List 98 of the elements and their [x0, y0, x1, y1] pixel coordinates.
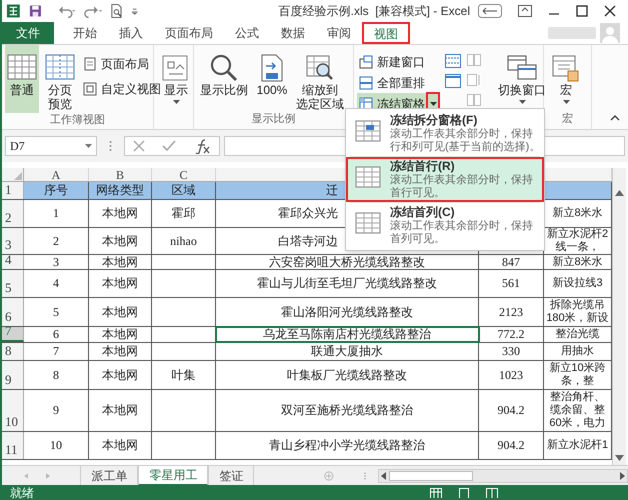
table-cell: 2123 [499, 306, 523, 318]
row-header[interactable]: 3 [2, 228, 24, 254]
table-cell: 本地网 [102, 277, 138, 290]
header-cell: 网络类型 [96, 184, 144, 197]
row-header[interactable]: 11 [2, 432, 24, 459]
row-header[interactable]: 7 [2, 327, 24, 342]
table-cell: 561 [502, 277, 520, 290]
table-cell: 本地网 [102, 368, 138, 382]
ribbon-tab[interactable]: 插入 [108, 22, 154, 44]
window-title: 百度经验示例.xls [兼容模式] - Excel [278, 3, 470, 20]
table-cell: 8 [53, 368, 59, 382]
ribbon-tab[interactable]: 页面布局 [154, 22, 224, 44]
table-cell: 9 [53, 404, 59, 417]
ribbon-button[interactable]: 显示比例 [197, 49, 251, 97]
row-header[interactable]: 1 [2, 182, 24, 199]
table-cell: nihao [170, 234, 197, 248]
table-cell: 新立8米水 [552, 256, 603, 268]
row-header[interactable]: 5 [2, 270, 24, 297]
table-cell: 用抽水 [561, 345, 594, 358]
ribbon-tab[interactable]: 公式 [224, 22, 270, 44]
table-cell: 904.2 [498, 439, 524, 452]
table-cell: 本地网 [102, 439, 138, 452]
ribbon-button[interactable]: 普通 [5, 45, 39, 113]
table-cell: 白塔寺河边 [278, 234, 338, 248]
row-header[interactable]: 10 [2, 390, 24, 431]
table-cell: 霍邱众兴光 [278, 207, 338, 220]
table-cell: 847 [502, 256, 520, 268]
table-cell: 新立10米跨 条，整 [549, 362, 606, 388]
table-cell: 整治角杆、 缆余留、整 60米，电力 [549, 391, 606, 430]
table-cell: 10 [50, 439, 62, 452]
table-cell: 本地网 [102, 207, 138, 220]
ribbon-button[interactable]: 自定义视图 [81, 78, 163, 99]
table-cell: 整治光缆 [556, 328, 600, 341]
column-header[interactable]: B [89, 168, 152, 181]
table-cell: 霍邱 [172, 207, 196, 220]
table-cell: 1 [53, 207, 59, 220]
sheet-tab[interactable]: 零星用工 [138, 466, 208, 486]
table-cell: 新立8米水 [552, 207, 603, 220]
menu-item[interactable]: 冻结首行(R) 滚动工作表其余部分时，保持 首行可见。 [346, 157, 544, 202]
table-cell: 乌龙至马陈南店村光缆线路整治 [263, 328, 431, 341]
name-box[interactable]: D7 [5, 136, 97, 156]
group-label: 显示比例 [250, 112, 296, 126]
ribbon-tab[interactable]: 视图 [362, 22, 410, 44]
table-cell: 新立水泥杆2 线一条， [546, 228, 608, 254]
table-cell: 青山乡程冲小学光缆线路整治 [269, 439, 425, 452]
table-cell: 叶集板厂光缆线路整改 [287, 368, 407, 382]
table-cell: 904.2 [498, 404, 524, 417]
table-cell: 霍山洛阳河光缆线路整改 [281, 306, 413, 318]
menu-item[interactable]: 冻结拆分窗格(F) 滚动工作表其余部分时，保持 行和列可见(基于当前的选择)。 [346, 111, 544, 156]
table-cell: 330 [502, 345, 520, 358]
ribbon-tab[interactable]: 数据 [270, 22, 316, 44]
table-cell: 5 [53, 306, 59, 318]
ribbon-button[interactable]: 宏 [547, 49, 585, 104]
table-cell: 双河至施桥光缆线路整治 [281, 404, 413, 417]
group-label: 宏 [561, 112, 574, 126]
ribbon-button[interactable]: 全部重排 [357, 72, 439, 93]
table-cell: 2 [53, 234, 59, 248]
ribbon-button[interactable]: 新建窗口 [357, 51, 439, 72]
table-cell: 叶集 [172, 368, 196, 382]
column-header[interactable]: A [24, 168, 89, 181]
table-cell: 本地网 [102, 328, 138, 341]
table-cell: 本地网 [102, 256, 138, 268]
table-cell: 7 [53, 345, 59, 358]
header-cell: 区域 [172, 184, 196, 197]
header-cell: 迁 [326, 184, 338, 197]
table-cell: 霍山与儿街至毛坦厂光缆线路整改 [257, 277, 437, 290]
ribbon-button[interactable]: 页面布局 [81, 53, 163, 74]
table-cell: 本地网 [102, 404, 138, 417]
table-cell: 1023 [499, 368, 523, 382]
ribbon-tab[interactable]: 开始 [62, 22, 108, 44]
ribbon-button[interactable]: 缩放到 选定区域 [293, 49, 347, 111]
row-header[interactable]: 6 [2, 298, 24, 326]
ribbon-tab[interactable]: 文件 [2, 22, 54, 44]
ribbon-button[interactable]: 100% [253, 49, 291, 97]
row-header[interactable]: 2 [2, 200, 24, 227]
table-cell: 六安窑岗咀大桥光缆线路整改 [269, 256, 425, 268]
ribbon-tab[interactable]: 审阅 [316, 22, 362, 44]
table-cell: 新立水泥杆1 [546, 439, 608, 452]
row-header[interactable]: 8 [2, 343, 24, 360]
table-cell: 新设拉线3 [552, 277, 603, 290]
status-text: 就绪 [10, 486, 34, 500]
column-header[interactable]: C [152, 168, 216, 181]
table-cell: 6 [53, 328, 59, 341]
table-cell: 本地网 [102, 306, 138, 318]
table-cell: 4 [53, 277, 59, 290]
table-cell: 联通大厦抽水 [311, 345, 383, 358]
row-header[interactable]: 4 [2, 255, 24, 269]
table-cell: 本地网 [102, 345, 138, 358]
group-label: 工作簿视图 [49, 113, 106, 127]
row-header[interactable]: 9 [2, 361, 24, 389]
ribbon-button[interactable]: 分页 预览 [41, 49, 79, 111]
table-cell: 772.2 [498, 328, 524, 341]
ribbon-button[interactable]: 切换窗口 [495, 49, 549, 104]
table-cell: 本地网 [102, 234, 138, 248]
table-cell: 拆除光缆吊 180米，新设 [546, 299, 609, 325]
header-cell: 序号 [44, 184, 68, 197]
table-cell: 3 [53, 256, 59, 268]
menu-item[interactable]: 冻结首列(C) 滚动工作表其余部分时，保持 首列可见。 [346, 203, 544, 248]
